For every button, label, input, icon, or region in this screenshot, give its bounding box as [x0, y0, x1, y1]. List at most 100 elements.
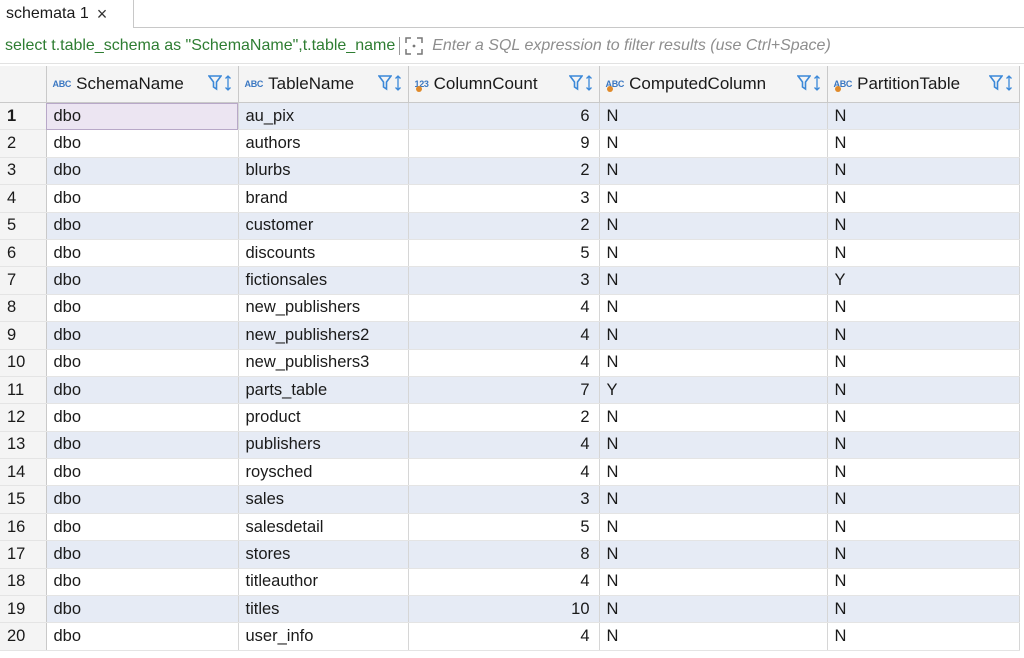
row-number[interactable]: 18 — [0, 568, 47, 597]
cell-partitiontable[interactable]: N — [827, 349, 1020, 377]
cell-tablename[interactable]: authors — [238, 129, 409, 158]
expand-icon[interactable] — [404, 36, 424, 56]
cell-tablename[interactable]: salesdetail — [238, 513, 409, 542]
cell-tablename[interactable]: titleauthor — [238, 568, 409, 597]
sort-icon[interactable] — [394, 74, 402, 92]
cell-tablename[interactable]: parts_table — [238, 376, 409, 405]
table-row[interactable]: 20 dbo user_info 4 N N — [0, 622, 1020, 651]
cell-schemaname[interactable]: dbo — [46, 540, 239, 569]
cell-tablename[interactable]: new_publishers2 — [238, 321, 409, 350]
row-number[interactable]: 11 — [0, 376, 47, 405]
cell-schemaname[interactable]: dbo — [46, 212, 239, 240]
cell-schemaname[interactable]: dbo — [46, 513, 239, 542]
sort-icon[interactable] — [1005, 74, 1013, 92]
cell-partitiontable[interactable]: N — [827, 431, 1020, 460]
table-row[interactable]: 3 dbo blurbs 2 N N — [0, 157, 1020, 186]
table-row[interactable]: 15 dbo sales 3 N N — [0, 485, 1020, 514]
cell-schemaname[interactable]: dbo — [46, 458, 239, 487]
cell-schemaname[interactable]: dbo — [46, 294, 239, 323]
table-row[interactable]: 6 dbo discounts 5 N N — [0, 239, 1020, 268]
cell-partitiontable[interactable]: N — [827, 212, 1020, 240]
cell-columncount[interactable]: 3 — [408, 485, 600, 514]
cell-schemaname[interactable]: dbo — [46, 239, 239, 268]
filter-icon[interactable] — [568, 74, 583, 92]
cell-schemaname[interactable]: dbo — [46, 622, 239, 651]
cell-tablename[interactable]: fictionsales — [238, 266, 409, 295]
table-row[interactable]: 10 dbo new_publishers3 4 N N — [0, 349, 1020, 377]
row-number[interactable]: 14 — [0, 458, 47, 487]
cell-schemaname[interactable]: dbo — [46, 595, 239, 624]
row-number[interactable]: 5 — [0, 212, 47, 240]
row-number[interactable]: 17 — [0, 540, 47, 569]
cell-computedcolumn[interactable]: N — [599, 403, 828, 432]
cell-partitiontable[interactable]: N — [827, 622, 1020, 651]
row-number[interactable]: 19 — [0, 595, 47, 624]
cell-schemaname[interactable]: dbo — [46, 184, 239, 213]
row-number[interactable]: 9 — [0, 321, 47, 350]
cell-tablename[interactable]: new_publishers — [238, 294, 409, 323]
cell-computedcolumn[interactable]: N — [599, 294, 828, 323]
table-row[interactable]: 17 dbo stores 8 N N — [0, 540, 1020, 569]
cell-partitiontable[interactable]: N — [827, 485, 1020, 514]
cell-tablename[interactable]: discounts — [238, 239, 409, 268]
cell-schemaname[interactable]: dbo — [46, 157, 239, 186]
cell-computedcolumn[interactable]: N — [599, 184, 828, 213]
sort-icon[interactable] — [813, 74, 821, 92]
cell-schemaname[interactable]: dbo — [46, 102, 239, 131]
filter-icon[interactable] — [377, 74, 392, 92]
cell-tablename[interactable]: au_pix — [238, 102, 409, 131]
cell-computedcolumn[interactable]: N — [599, 540, 828, 569]
cell-computedcolumn[interactable]: N — [599, 349, 828, 377]
cell-schemaname[interactable]: dbo — [46, 403, 239, 432]
cell-tablename[interactable]: brand — [238, 184, 409, 213]
cell-computedcolumn[interactable]: Y — [599, 376, 828, 405]
cell-columncount[interactable]: 2 — [408, 403, 600, 432]
table-row[interactable]: 14 dbo roysched 4 N N — [0, 458, 1020, 487]
sort-icon[interactable] — [585, 74, 593, 92]
cell-partitiontable[interactable]: N — [827, 294, 1020, 323]
column-header-2[interactable]: 123 ColumnCount — [408, 66, 600, 103]
cell-partitiontable[interactable]: N — [827, 321, 1020, 350]
column-header-1[interactable]: ABC TableName — [238, 66, 409, 103]
column-header-4[interactable]: ABC PartitionTable — [827, 66, 1020, 103]
cell-computedcolumn[interactable]: N — [599, 458, 828, 487]
column-header-0[interactable]: ABC SchemaName — [46, 66, 239, 103]
cell-tablename[interactable]: blurbs — [238, 157, 409, 186]
cell-tablename[interactable]: user_info — [238, 622, 409, 651]
cell-columncount[interactable]: 2 — [408, 212, 600, 240]
cell-computedcolumn[interactable]: N — [599, 595, 828, 624]
cell-schemaname[interactable]: dbo — [46, 349, 239, 377]
cell-partitiontable[interactable]: N — [827, 376, 1020, 405]
cell-columncount[interactable]: 7 — [408, 376, 600, 405]
table-row[interactable]: 9 dbo new_publishers2 4 N N — [0, 321, 1020, 350]
cell-tablename[interactable]: titles — [238, 595, 409, 624]
row-number[interactable]: 2 — [0, 129, 47, 158]
cell-partitiontable[interactable]: N — [827, 239, 1020, 268]
table-row[interactable]: 7 dbo fictionsales 3 N Y — [0, 266, 1020, 295]
filter-icon[interactable] — [207, 74, 222, 92]
row-number[interactable]: 10 — [0, 349, 47, 377]
cell-schemaname[interactable]: dbo — [46, 376, 239, 405]
table-row[interactable]: 13 dbo publishers 4 N N — [0, 431, 1020, 460]
cell-partitiontable[interactable]: N — [827, 157, 1020, 186]
row-number[interactable]: 15 — [0, 485, 47, 514]
cell-tablename[interactable]: product — [238, 403, 409, 432]
cell-partitiontable[interactable]: N — [827, 403, 1020, 432]
cell-columncount[interactable]: 2 — [408, 157, 600, 186]
cell-tablename[interactable]: stores — [238, 540, 409, 569]
cell-schemaname[interactable]: dbo — [46, 266, 239, 295]
close-icon[interactable]: × — [97, 5, 108, 23]
cell-computedcolumn[interactable]: N — [599, 622, 828, 651]
cell-tablename[interactable]: new_publishers3 — [238, 349, 409, 377]
sort-icon[interactable] — [224, 74, 232, 92]
cell-partitiontable[interactable]: N — [827, 458, 1020, 487]
cell-computedcolumn[interactable]: N — [599, 129, 828, 158]
cell-schemaname[interactable]: dbo — [46, 321, 239, 350]
cell-computedcolumn[interactable]: N — [599, 431, 828, 460]
row-number[interactable]: 3 — [0, 157, 47, 186]
cell-columncount[interactable]: 5 — [408, 239, 600, 268]
cell-computedcolumn[interactable]: N — [599, 102, 828, 131]
table-row[interactable]: 5 dbo customer 2 N N — [0, 212, 1020, 240]
cell-partitiontable[interactable]: N — [827, 568, 1020, 597]
cell-columncount[interactable]: 4 — [408, 458, 600, 487]
